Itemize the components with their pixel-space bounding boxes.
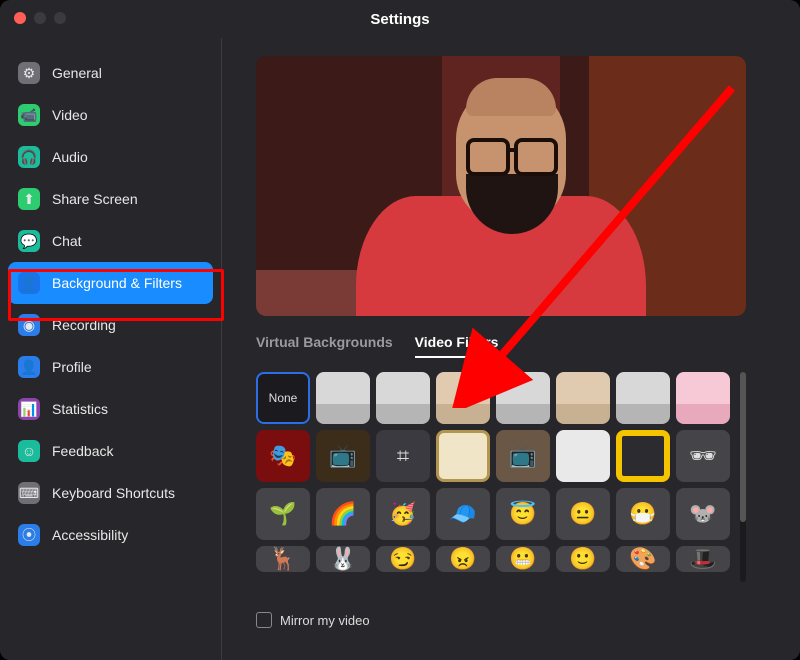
- sidebar-item-label: Video: [52, 107, 88, 123]
- profile-icon: 👤: [18, 356, 40, 378]
- close-window-button[interactable]: [14, 12, 26, 24]
- filter-tile[interactable]: 😬: [496, 546, 550, 572]
- sidebar-item-label: Chat: [52, 233, 82, 249]
- scrollbar-thumb[interactable]: [740, 372, 746, 522]
- filter-tile[interactable]: [376, 372, 430, 424]
- filter-tile[interactable]: [616, 372, 670, 424]
- mirror-video-label: Mirror my video: [280, 613, 370, 628]
- sidebar-item-chat[interactable]: 💬 Chat: [8, 220, 213, 262]
- tab-virtual-backgrounds[interactable]: Virtual Backgrounds: [256, 334, 393, 358]
- filter-tile[interactable]: 🕶: [676, 430, 730, 482]
- preview-person-forehead: [466, 78, 556, 116]
- sidebar-item-label: Accessibility: [52, 527, 128, 543]
- sidebar-item-label: Recording: [52, 317, 116, 333]
- sidebar-item-label: Audio: [52, 149, 88, 165]
- sidebar-item-label: General: [52, 65, 102, 81]
- filter-tile[interactable]: [436, 430, 490, 482]
- sidebar-item-statistics[interactable]: 📊 Statistics: [8, 388, 213, 430]
- filter-label: None: [269, 391, 298, 405]
- accessibility-icon: ⦿: [18, 524, 40, 546]
- preview-person-glasses: [466, 138, 558, 170]
- filter-tile[interactable]: ⌗: [376, 430, 430, 482]
- tab-video-filters[interactable]: Video Filters: [415, 334, 499, 358]
- filter-tile[interactable]: 📺: [316, 430, 370, 482]
- sidebar-item-recording[interactable]: ◉ Recording: [8, 304, 213, 346]
- filter-tile[interactable]: 📺: [496, 430, 550, 482]
- minimize-window-button[interactable]: [34, 12, 46, 24]
- window-title: Settings: [370, 11, 429, 28]
- feedback-icon: ☺: [18, 440, 40, 462]
- filter-tile[interactable]: [436, 372, 490, 424]
- sidebar-item-label: Statistics: [52, 401, 108, 417]
- keyboard-icon: ⌨: [18, 482, 40, 504]
- filters-grid: None 🎭 📺 ⌗ 📺 🕶 🌱: [256, 372, 730, 598]
- filter-tile[interactable]: [676, 372, 730, 424]
- settings-window: Settings ⚙ General 📹 Video 🎧 Audio ⬆ Sha…: [0, 0, 800, 660]
- video-icon: 📹: [18, 104, 40, 126]
- filter-tile[interactable]: [496, 372, 550, 424]
- zoom-window-button[interactable]: [54, 12, 66, 24]
- record-icon: ◉: [18, 314, 40, 336]
- filter-tile[interactable]: [556, 430, 610, 482]
- sidebar-item-profile[interactable]: 👤 Profile: [8, 346, 213, 388]
- filter-tile-none[interactable]: None: [256, 372, 310, 424]
- sidebar-item-general[interactable]: ⚙ General: [8, 52, 213, 94]
- sidebar-item-label: Profile: [52, 359, 92, 375]
- filters-grid-container: None 🎭 📺 ⌗ 📺 🕶 🌱: [256, 372, 778, 598]
- filter-tile[interactable]: 😇: [496, 488, 550, 540]
- gear-icon: ⚙: [18, 62, 40, 84]
- sidebar-item-label: Share Screen: [52, 191, 138, 207]
- filter-tile[interactable]: [316, 372, 370, 424]
- filter-tile[interactable]: [556, 372, 610, 424]
- filter-tile[interactable]: 🥳: [376, 488, 430, 540]
- filter-tile[interactable]: 🐰: [316, 546, 370, 572]
- sidebar-item-share-screen[interactable]: ⬆ Share Screen: [8, 178, 213, 220]
- filter-tile[interactable]: 🐭: [676, 488, 730, 540]
- statistics-icon: 📊: [18, 398, 40, 420]
- sidebar-item-feedback[interactable]: ☺ Feedback: [8, 430, 213, 472]
- filter-tile[interactable]: 🦌: [256, 546, 310, 572]
- content-pane: Virtual Backgrounds Video Filters None 🎭…: [222, 38, 800, 660]
- sidebar-item-label: Background & Filters: [52, 275, 182, 291]
- filter-tabs: Virtual Backgrounds Video Filters: [256, 334, 778, 358]
- filter-tile[interactable]: 😐: [556, 488, 610, 540]
- filters-scrollbar[interactable]: [740, 372, 746, 582]
- titlebar: Settings: [0, 0, 800, 38]
- mirror-video-checkbox[interactable]: [256, 612, 272, 628]
- chat-icon: 💬: [18, 230, 40, 252]
- filter-tile[interactable]: 🎨: [616, 546, 670, 572]
- filter-tile[interactable]: [616, 430, 670, 482]
- filter-tile[interactable]: 🧢: [436, 488, 490, 540]
- filter-tile[interactable]: 😏: [376, 546, 430, 572]
- sidebar-item-accessibility[interactable]: ⦿ Accessibility: [8, 514, 213, 556]
- sidebar-item-keyboard-shortcuts[interactable]: ⌨ Keyboard Shortcuts: [8, 472, 213, 514]
- filter-tile[interactable]: 🙂: [556, 546, 610, 572]
- filter-tile[interactable]: 🎩: [676, 546, 730, 572]
- filter-tile[interactable]: 🌱: [256, 488, 310, 540]
- sidebar: ⚙ General 📹 Video 🎧 Audio ⬆ Share Screen…: [0, 38, 222, 660]
- sidebar-item-video[interactable]: 📹 Video: [8, 94, 213, 136]
- sidebar-item-label: Feedback: [52, 443, 113, 459]
- filter-tile[interactable]: 😠: [436, 546, 490, 572]
- window-controls: [14, 12, 66, 24]
- filter-tile[interactable]: 🌈: [316, 488, 370, 540]
- share-screen-icon: ⬆: [18, 188, 40, 210]
- filter-tile[interactable]: 🎭: [256, 430, 310, 482]
- sidebar-item-background-filters[interactable]: 👤 Background & Filters: [8, 262, 213, 304]
- window-body: ⚙ General 📹 Video 🎧 Audio ⬆ Share Screen…: [0, 38, 800, 660]
- person-frame-icon: 👤: [18, 272, 40, 294]
- headphones-icon: 🎧: [18, 146, 40, 168]
- filter-tile[interactable]: 😷: [616, 488, 670, 540]
- sidebar-item-label: Keyboard Shortcuts: [52, 485, 175, 501]
- mirror-video-row: Mirror my video: [256, 612, 778, 628]
- video-preview: [256, 56, 746, 316]
- sidebar-item-audio[interactable]: 🎧 Audio: [8, 136, 213, 178]
